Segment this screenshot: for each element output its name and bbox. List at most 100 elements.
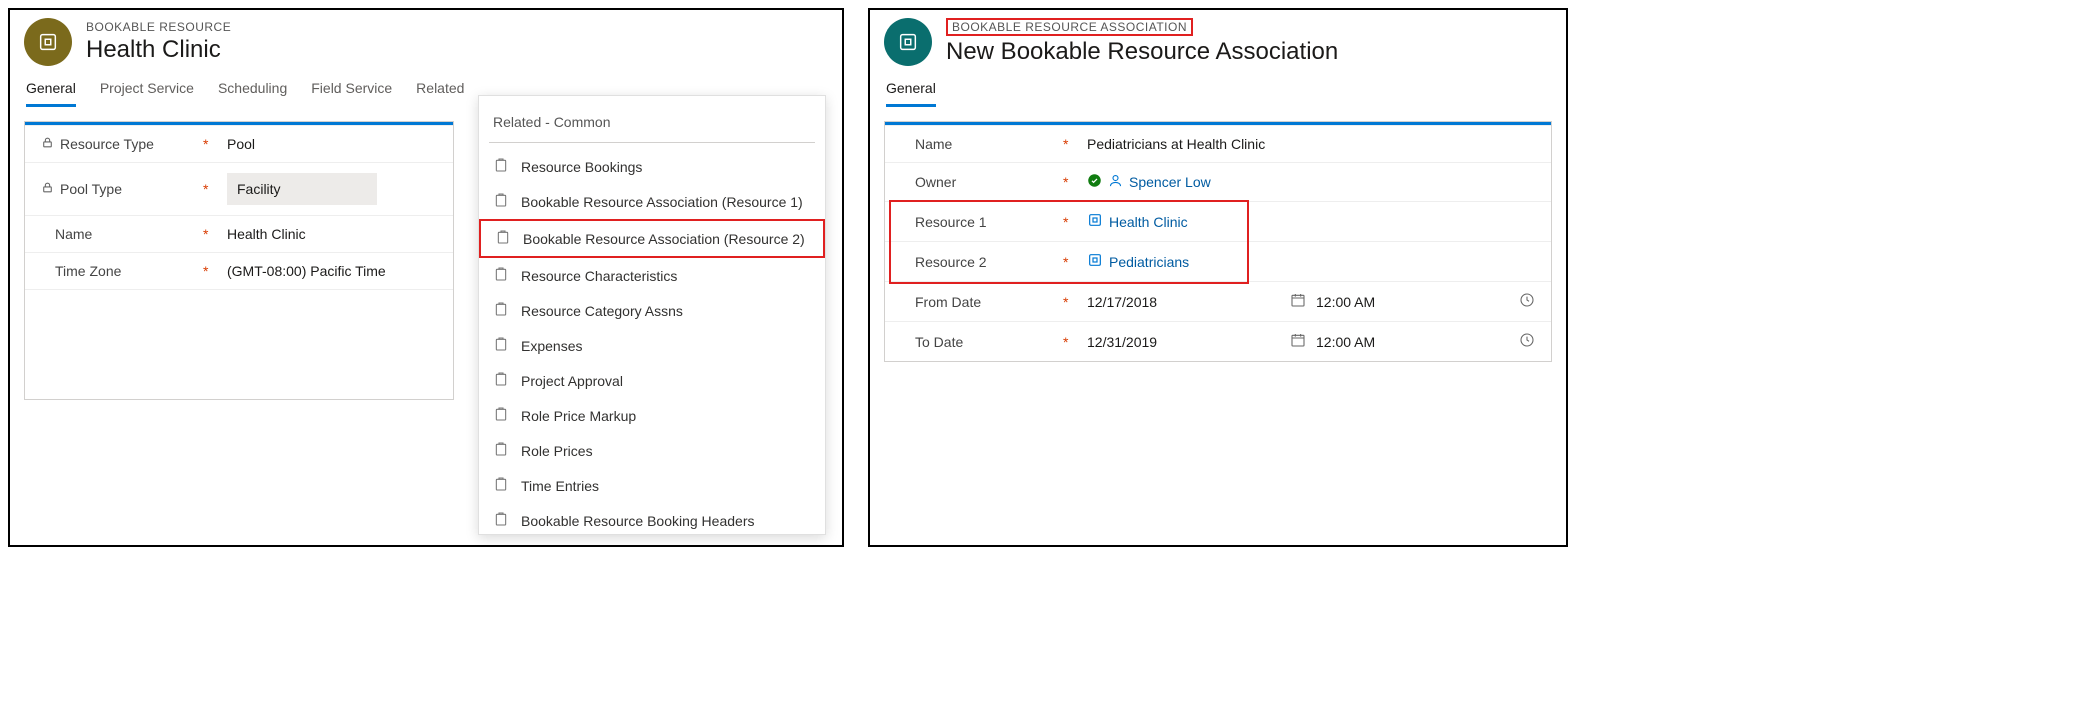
required-star: * (1063, 136, 1075, 152)
field-resource-type[interactable]: Resource Type * Pool (25, 125, 453, 162)
field-name[interactable]: Name * Health Clinic (25, 215, 453, 252)
clipboard-icon (493, 441, 509, 460)
clipboard-icon (493, 192, 509, 211)
resource2-lookup[interactable]: Pediatricians (1087, 252, 1189, 271)
tab-scheduling[interactable]: Scheduling (218, 80, 287, 107)
from-date-label: From Date (915, 294, 981, 310)
resource1-value[interactable]: Health Clinic (1109, 214, 1188, 230)
form-card: Resource Type * Pool Pool Type * Facilit… (24, 121, 454, 400)
bookable-resource-panel: BOOKABLE RESOURCE Health Clinic General … (8, 8, 844, 547)
required-star: * (203, 136, 215, 152)
entity-title: Health Clinic (86, 36, 231, 64)
form-card: Name * Pediatricians at Health Clinic Ow… (884, 121, 1552, 362)
record-header: BOOKABLE RESOURCE ASSOCIATION New Bookab… (870, 10, 1566, 70)
clock-icon[interactable] (1519, 332, 1535, 351)
related-menu[interactable]: Related - Common Resource Bookings Bookab… (478, 95, 826, 535)
check-icon (1087, 173, 1102, 191)
related-item-label: Bookable Resource Association (Resource … (521, 194, 803, 210)
related-item-label: Bookable Resource Association (Resource … (523, 231, 805, 247)
related-item-label: Time Entries (521, 478, 599, 494)
resource-type-label: Resource Type (60, 136, 154, 152)
timezone-value: (GMT-08:00) Pacific Time (227, 263, 437, 279)
related-item-label: Role Price Markup (521, 408, 636, 424)
resource-icon (1087, 252, 1103, 271)
resource2-value[interactable]: Pediatricians (1109, 254, 1189, 270)
name-value: Health Clinic (227, 226, 437, 242)
divider (489, 142, 815, 143)
related-item[interactable]: Resource Bookings (479, 149, 825, 184)
pool-type-label: Pool Type (60, 181, 122, 197)
related-item[interactable]: Project Approval (479, 363, 825, 398)
required-star: * (1063, 214, 1075, 230)
name-label: Name (915, 136, 952, 152)
related-item[interactable]: Bookable Resource Booking Headers (479, 503, 825, 535)
tab-project-service[interactable]: Project Service (100, 80, 194, 107)
field-from-date[interactable]: From Date * 12/17/2018 12:00 AM (885, 281, 1551, 321)
to-date-label: To Date (915, 334, 963, 350)
related-item-label: Resource Bookings (521, 159, 642, 175)
name-value: Pediatricians at Health Clinic (1087, 136, 1535, 152)
to-time-value[interactable]: 12:00 AM (1316, 334, 1375, 350)
field-resource-2[interactable]: Resource 2 * Pediatricians (885, 241, 1551, 281)
related-item[interactable]: Bookable Resource Association (Resource … (479, 219, 825, 258)
record-header: BOOKABLE RESOURCE Health Clinic (10, 10, 842, 70)
person-icon (1108, 173, 1123, 191)
related-item-label: Resource Characteristics (521, 268, 677, 284)
related-item-label: Project Approval (521, 373, 623, 389)
clipboard-icon (493, 301, 509, 320)
field-to-date[interactable]: To Date * 12/31/2019 12:00 AM (885, 321, 1551, 361)
required-star: * (1063, 334, 1075, 350)
tab-general[interactable]: General (26, 80, 76, 107)
association-panel: BOOKABLE RESOURCE ASSOCIATION New Bookab… (868, 8, 1568, 547)
from-time-value[interactable]: 12:00 AM (1316, 294, 1375, 310)
field-time-zone[interactable]: Time Zone * (GMT-08:00) Pacific Time (25, 252, 453, 289)
required-star: * (203, 263, 215, 279)
entity-title: New Bookable Resource Association (946, 38, 1338, 66)
tab-related[interactable]: Related (416, 80, 464, 107)
related-item[interactable]: Resource Category Assns (479, 293, 825, 328)
resource-icon (1087, 212, 1103, 231)
lock-icon (41, 181, 54, 197)
from-date-value[interactable]: 12/17/2018 (1087, 294, 1157, 310)
required-star: * (203, 226, 215, 242)
required-star: * (1063, 294, 1075, 310)
related-item-label: Bookable Resource Booking Headers (521, 513, 754, 529)
resource-icon (37, 31, 59, 53)
related-section-title: Related - Common (479, 102, 825, 136)
required-star: * (1063, 254, 1075, 270)
owner-lookup[interactable]: Spencer Low (1087, 173, 1211, 191)
related-item-label: Expenses (521, 338, 582, 354)
clipboard-icon (493, 371, 509, 390)
field-name[interactable]: Name * Pediatricians at Health Clinic (885, 125, 1551, 162)
pool-type-value[interactable]: Facility (227, 173, 377, 205)
related-item[interactable]: Time Entries (479, 468, 825, 503)
related-item[interactable]: Expenses (479, 328, 825, 363)
clipboard-icon (493, 266, 509, 285)
tab-general[interactable]: General (886, 80, 936, 107)
owner-label: Owner (915, 174, 956, 190)
related-item[interactable]: Bookable Resource Association (Resource … (479, 184, 825, 219)
owner-value[interactable]: Spencer Low (1129, 174, 1211, 190)
field-pool-type[interactable]: Pool Type * Facility (25, 162, 453, 215)
clock-icon[interactable] (1519, 292, 1535, 311)
field-resource-1[interactable]: Resource 1 * Health Clinic (885, 201, 1551, 241)
field-owner[interactable]: Owner * Spencer Low (885, 162, 1551, 201)
resource1-lookup[interactable]: Health Clinic (1087, 212, 1188, 231)
to-date-value[interactable]: 12/31/2019 (1087, 334, 1157, 350)
entity-type-label: BOOKABLE RESOURCE (86, 20, 231, 34)
related-item[interactable]: Role Prices (479, 433, 825, 468)
association-icon (897, 31, 919, 53)
related-item-label: Resource Category Assns (521, 303, 683, 319)
resource-type-value: Pool (227, 136, 437, 152)
tab-bar: General (870, 70, 1566, 107)
related-item[interactable]: Resource Characteristics (479, 258, 825, 293)
calendar-icon[interactable] (1290, 292, 1306, 311)
tab-field-service[interactable]: Field Service (311, 80, 392, 107)
resource1-label: Resource 1 (915, 214, 987, 230)
clipboard-icon (493, 476, 509, 495)
clipboard-icon (493, 511, 509, 530)
timezone-label: Time Zone (55, 263, 121, 279)
calendar-icon[interactable] (1290, 332, 1306, 351)
name-label: Name (55, 226, 92, 242)
related-item[interactable]: Role Price Markup (479, 398, 825, 433)
